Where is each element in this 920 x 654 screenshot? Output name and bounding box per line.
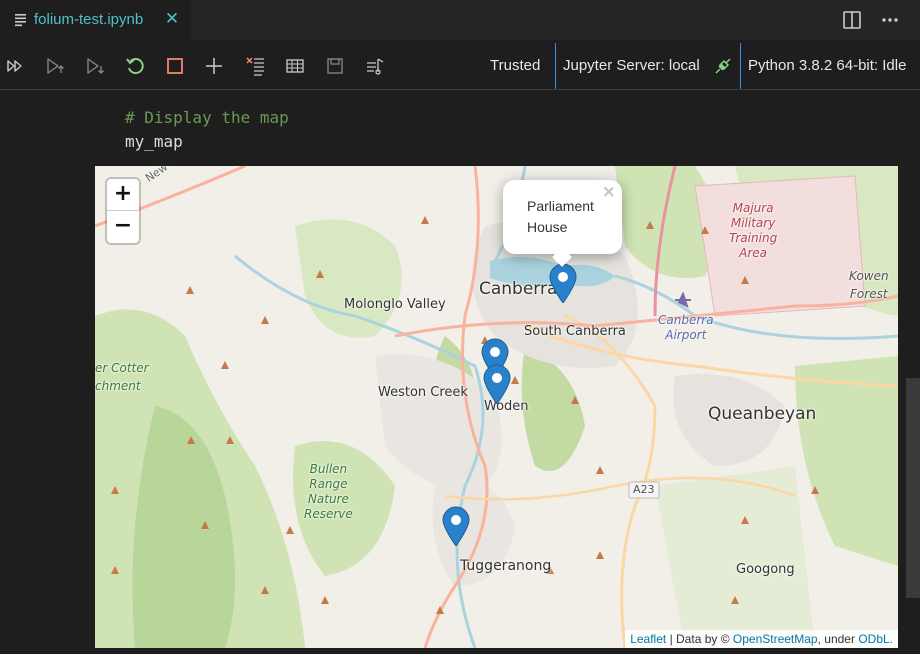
code-expression[interactable]: my_map [125, 132, 183, 151]
restart-kernel-icon[interactable] [124, 55, 146, 77]
leaflet-link[interactable]: Leaflet [630, 632, 666, 646]
separator [740, 43, 741, 89]
popup-text: Parliament House [527, 198, 594, 235]
zoom-out-button[interactable]: − [107, 211, 139, 243]
interrupt-kernel-icon[interactable] [164, 55, 186, 77]
map-attribution: Leaflet | Data by © OpenStreetMap, under… [625, 630, 898, 648]
split-editor-icon[interactable] [842, 10, 862, 30]
map-marker[interactable] [441, 506, 471, 546]
map-label-majura: Majura Military Training Area [729, 201, 778, 260]
tab-filename: folium-test.ipynb [34, 11, 144, 28]
file-lines-icon [15, 14, 26, 27]
kernel-status[interactable]: Python 3.8.2 64-bit: Idle [748, 57, 906, 74]
map-label-tuggeranong: Tuggeranong [460, 558, 552, 574]
separator [555, 43, 556, 89]
jupyter-server-status[interactable]: Jupyter Server: local [563, 57, 700, 74]
map-label-canberra: Canberra [479, 279, 558, 299]
code-comment[interactable]: # Display the map [125, 108, 289, 127]
close-icon[interactable]: ✕ [163, 10, 181, 28]
export-icon[interactable] [364, 55, 386, 77]
save-icon[interactable] [324, 55, 346, 77]
odbl-link[interactable]: ODbL. [858, 632, 893, 646]
map-label-weston-creek: Weston Creek [378, 385, 468, 400]
zoom-in-button[interactable]: + [107, 179, 139, 211]
notebook-tab[interactable]: folium-test.ipynb ✕ [0, 0, 191, 40]
map-label-cotter: er Cotter chment [95, 361, 149, 393]
connected-plug-icon [715, 58, 731, 74]
map-popup: × Parliament House [503, 180, 622, 267]
notebook-toolbar: Trusted Jupyter Server: local Python 3.8… [0, 40, 920, 90]
variables-icon[interactable] [284, 55, 306, 77]
zoom-control: + − [107, 179, 139, 243]
attribution-text: , under [817, 632, 859, 646]
run-all-icon[interactable] [5, 55, 27, 77]
map-marker-parliament-house[interactable] [548, 263, 578, 303]
attribution-text: | Data by © [666, 632, 733, 646]
map-label-queanbeyan: Queanbeyan [708, 404, 817, 424]
map-marker[interactable] [482, 364, 512, 404]
add-cell-icon[interactable] [203, 55, 225, 77]
map-label-kowen: Kowen Forest [849, 269, 889, 301]
map-label-googong: Googong [736, 562, 795, 577]
map-label-south-canberra: South Canberra [524, 324, 626, 339]
clear-outputs-icon[interactable] [245, 55, 267, 77]
map-label-airport: Canberra Airport [658, 313, 714, 342]
map-label-molonglo: Molonglo Valley [344, 297, 446, 312]
folium-map[interactable]: New South Canberra South Canberra Molong… [95, 166, 898, 648]
openstreetmap-link[interactable]: OpenStreetMap [733, 632, 818, 646]
scrollbar-thumb[interactable] [906, 378, 920, 598]
map-label-bullen-range: Bullen Range Nature Reserve [304, 462, 353, 521]
trusted-status[interactable]: Trusted [490, 57, 540, 74]
more-actions-icon[interactable] [880, 10, 900, 30]
map-label-road-a23: A23 [633, 483, 655, 496]
editor-tab-bar: folium-test.ipynb ✕ [0, 0, 920, 40]
run-above-icon[interactable] [44, 55, 66, 77]
run-below-icon[interactable] [84, 55, 106, 77]
